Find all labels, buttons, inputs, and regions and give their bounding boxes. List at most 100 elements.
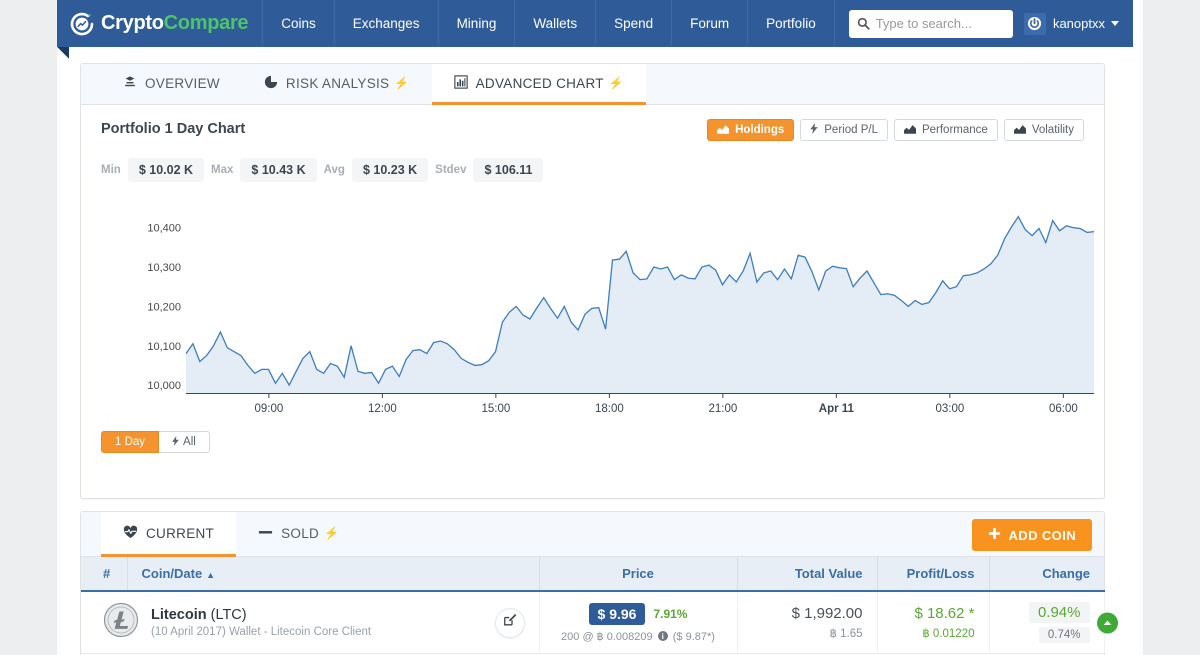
add-coin-button[interactable]: ADD COIN — [971, 519, 1092, 551]
coin-cell: Litecoin (LTC) (10 April 2017) Wallet - … — [81, 591, 540, 654]
chart-range-buttons: 1 Day All — [81, 425, 1104, 453]
column-header-price[interactable]: Price — [539, 557, 738, 592]
y-axis-tick-label: 10,400 — [147, 223, 181, 235]
holdings-table-head: # Coin/Date ▲ Price Total Value Profit/Lo… — [81, 557, 1104, 592]
chart-mode-volatility-label: Volatility — [1031, 124, 1074, 136]
tab-advanced-chart[interactable]: ADVANCED CHART ⚡ — [431, 64, 647, 105]
price-subtext: 200 @ ฿ 0.008209 i ($ 9.87*) — [554, 630, 723, 643]
coin-text: Litecoin (LTC) (10 April 2017) Wallet - … — [151, 607, 371, 638]
chart-mode-period-pl[interactable]: Period P/L — [800, 119, 888, 141]
x-axis-tick-label: 15:00 — [481, 403, 510, 415]
tab-sold[interactable]: SOLD ⚡ — [236, 512, 361, 557]
nav-link-coins[interactable]: Coins — [262, 0, 334, 47]
area-chart-icon — [1013, 124, 1026, 137]
area-chart-icon — [903, 124, 916, 137]
holdings-table: # Coin/Date ▲ Price Total Value Profit/Lo… — [81, 557, 1118, 654]
change-main: 0.94% — [1028, 602, 1090, 623]
range-button-1day-label: 1 Day — [115, 436, 146, 448]
x-axis-tick-label: 21:00 — [708, 403, 737, 415]
advanced-chart-card: OVERVIEW RISK ANALYSIS ⚡ ADVANCED CHART … — [80, 63, 1105, 499]
bolt-icon: ⚡ — [394, 76, 410, 90]
x-axis-tick-label: Apr 11 — [819, 403, 855, 415]
column-header-profit-loss[interactable]: Profit/Loss — [877, 557, 990, 592]
x-axis-tick-label: 12:00 — [368, 403, 397, 415]
nav-link-exchanges[interactable]: Exchanges — [333, 0, 438, 47]
chart-mode-period-pl-label: Period P/L — [824, 124, 878, 136]
chart-mode-performance[interactable]: Performance — [893, 119, 998, 141]
search-container — [848, 9, 1013, 38]
y-axis-tick-label: 10,000 — [147, 380, 181, 392]
range-button-all-label: All — [183, 436, 196, 448]
chart-mode-holdings[interactable]: Holdings — [707, 119, 795, 141]
change-main-wrap: 0.94% — [1004, 602, 1090, 623]
edit-coin-button[interactable] — [494, 607, 525, 638]
crypto-compare-logo-icon — [69, 11, 95, 37]
x-axis-tick-label: 06:00 — [1049, 403, 1078, 415]
chart-mode-holdings-label: Holdings — [735, 124, 785, 136]
x-axis-tick-label: 18:00 — [595, 403, 624, 415]
tab-sold-label: SOLD — [281, 525, 320, 541]
chart-header: Portfolio 1 Day Chart Holdings Period P/… — [81, 105, 1104, 141]
search-box[interactable] — [848, 9, 1013, 38]
stat-value-stdev: $ 106.11 — [473, 158, 544, 182]
area-chart-icon — [717, 124, 730, 137]
range-button-1day[interactable]: 1 Day — [101, 431, 160, 453]
nav-link-wallets[interactable]: Wallets — [514, 0, 595, 47]
total-value-btc: ฿ 1.65 — [829, 628, 863, 640]
tab-overview[interactable]: OVERVIEW — [101, 64, 242, 105]
coin-info: Litecoin (LTC) (10 April 2017) Wallet - … — [95, 602, 525, 643]
table-row[interactable]: Litecoin (LTC) (10 April 2017) Wallet - … — [81, 591, 1118, 654]
range-button-all[interactable]: All — [159, 431, 210, 453]
chart-mode-performance-label: Performance — [921, 124, 988, 136]
user-menu[interactable]: kanoptxx — [1023, 0, 1119, 47]
column-header-total-value[interactable]: Total Value — [737, 557, 878, 592]
y-axis-tick-label: 10,300 — [147, 262, 181, 274]
page-root: CryptoCompare Coins Exchanges Mining Wal… — [0, 0, 1200, 655]
column-header-coin-date[interactable]: Coin/Date ▲ — [127, 557, 540, 592]
tab-current[interactable]: CURRENT — [101, 512, 237, 557]
chart-mode-volatility[interactable]: Volatility — [1003, 119, 1084, 141]
x-axis-tick-label: 09:00 — [254, 403, 283, 415]
price-quantity: 200 @ ฿ 0.008209 — [561, 630, 653, 643]
x-axis-tick-label: 03:00 — [935, 403, 964, 415]
nav-link-forum[interactable]: Forum — [671, 0, 747, 47]
heart-pulse-icon — [123, 525, 138, 542]
chart-tabstrip: OVERVIEW RISK ANALYSIS ⚡ ADVANCED CHART … — [81, 64, 1104, 105]
stat-label-max: Max — [211, 164, 234, 176]
nav-link-portfolio[interactable]: Portfolio — [747, 0, 835, 47]
bar-chart-icon — [453, 74, 468, 92]
nav-link-spend[interactable]: Spend — [595, 0, 671, 47]
stat-label-stdev: Stdev — [435, 164, 467, 176]
column-header-change[interactable]: Change — [989, 557, 1104, 592]
profit-loss-cell: $ 18.62 * ฿ 0.01220 — [877, 591, 990, 654]
minus-icon — [258, 525, 273, 542]
brand-text-primary: Crypto — [101, 12, 164, 34]
price-change-percent: 7.91% — [653, 606, 688, 621]
profit-loss-btc: ฿ 0.01220 — [922, 628, 975, 640]
info-icon[interactable]: i — [657, 631, 668, 641]
search-input[interactable] — [875, 16, 1006, 31]
column-header-number[interactable]: # — [81, 557, 128, 592]
coin-purchase-details: (10 April 2017) Wallet - Litecoin Core C… — [151, 626, 372, 638]
coin-name: Litecoin — [151, 607, 207, 623]
price-usd-equivalent: ($ 9.87*) — [672, 630, 715, 643]
portfolio-area-chart[interactable]: 10,000 10,100 10,200 10,300 10,400 09:00 12:00… — [81, 200, 1104, 425]
price-cell: $ 9.96 7.91% 200 @ ฿ 0.008209 i ($ 9.87*… — [539, 591, 738, 654]
tab-risk-analysis[interactable]: RISK ANALYSIS ⚡ — [242, 64, 432, 105]
change-sub-wrap: 0.74% — [1004, 623, 1090, 643]
nav-link-mining[interactable]: Mining — [437, 0, 515, 47]
brand-logo[interactable]: CryptoCompare — [57, 0, 262, 47]
chevron-up-icon — [1096, 612, 1118, 633]
tab-risk-analysis-label: RISK ANALYSIS — [285, 75, 390, 91]
chart-mode-buttons: Holdings Period P/L Performance Volatili… — [707, 119, 1084, 141]
bolt-icon: ⚡ — [324, 526, 340, 540]
pie-chart-icon — [264, 75, 278, 92]
stat-value-avg: $ 10.23 K — [351, 158, 429, 182]
stack-icon — [123, 75, 137, 92]
nav-links: Coins Exchanges Mining Wallets Spend For… — [262, 0, 835, 47]
column-header-coin-date-label: Coin/Date — [141, 566, 203, 581]
holdings-card: CURRENT SOLD ⚡ ADD COIN # Coin/Date ▲ Pr… — [80, 511, 1118, 655]
price-badge: $ 9.96 — [588, 602, 646, 625]
power-icon — [1023, 12, 1046, 35]
navbar-fold-corner — [57, 47, 69, 59]
